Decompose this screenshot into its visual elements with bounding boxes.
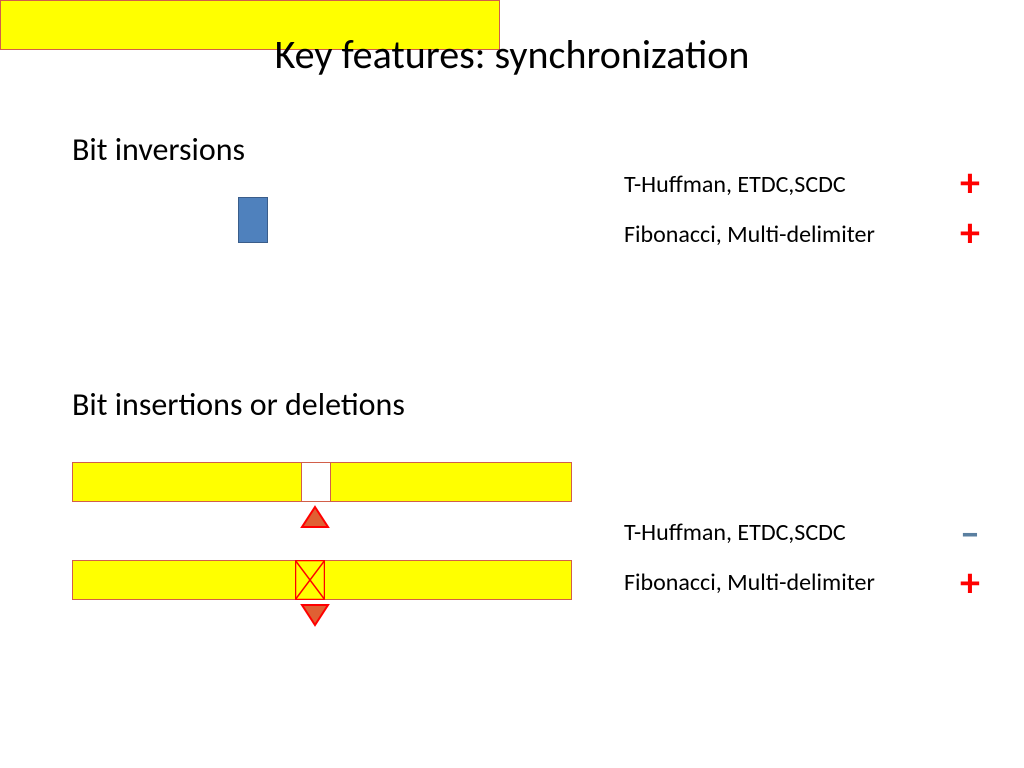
delete-arrow-down-icon bbox=[300, 603, 330, 632]
insertion-bar bbox=[72, 462, 572, 502]
legend-row: Fibonacci, Multi-delimiter bbox=[624, 220, 875, 249]
section-heading-inversions: Bit inversions bbox=[72, 130, 245, 169]
insert-arrow-up-icon bbox=[300, 505, 330, 529]
legend-row: T-Huffman, ETDC,SCDC bbox=[624, 170, 846, 199]
legend-row: T-Huffman, ETDC,SCDC bbox=[624, 518, 846, 547]
section-heading-insdel: Bit insertions or deletions bbox=[72, 385, 405, 424]
insertion-gap bbox=[301, 462, 331, 502]
deleted-bit-icon bbox=[295, 560, 325, 600]
plus-icon: + bbox=[960, 163, 980, 203]
legend-row: Fibonacci, Multi-delimiter bbox=[624, 568, 875, 597]
plus-icon: + bbox=[960, 563, 980, 603]
slide-title: Key features: synchronization bbox=[0, 30, 1024, 79]
minus-icon: – bbox=[960, 513, 980, 553]
inverted-bit-block bbox=[238, 197, 268, 243]
insertion-bar-right bbox=[330, 462, 572, 502]
plus-icon: + bbox=[960, 213, 980, 253]
insertion-bar-left bbox=[72, 462, 302, 502]
